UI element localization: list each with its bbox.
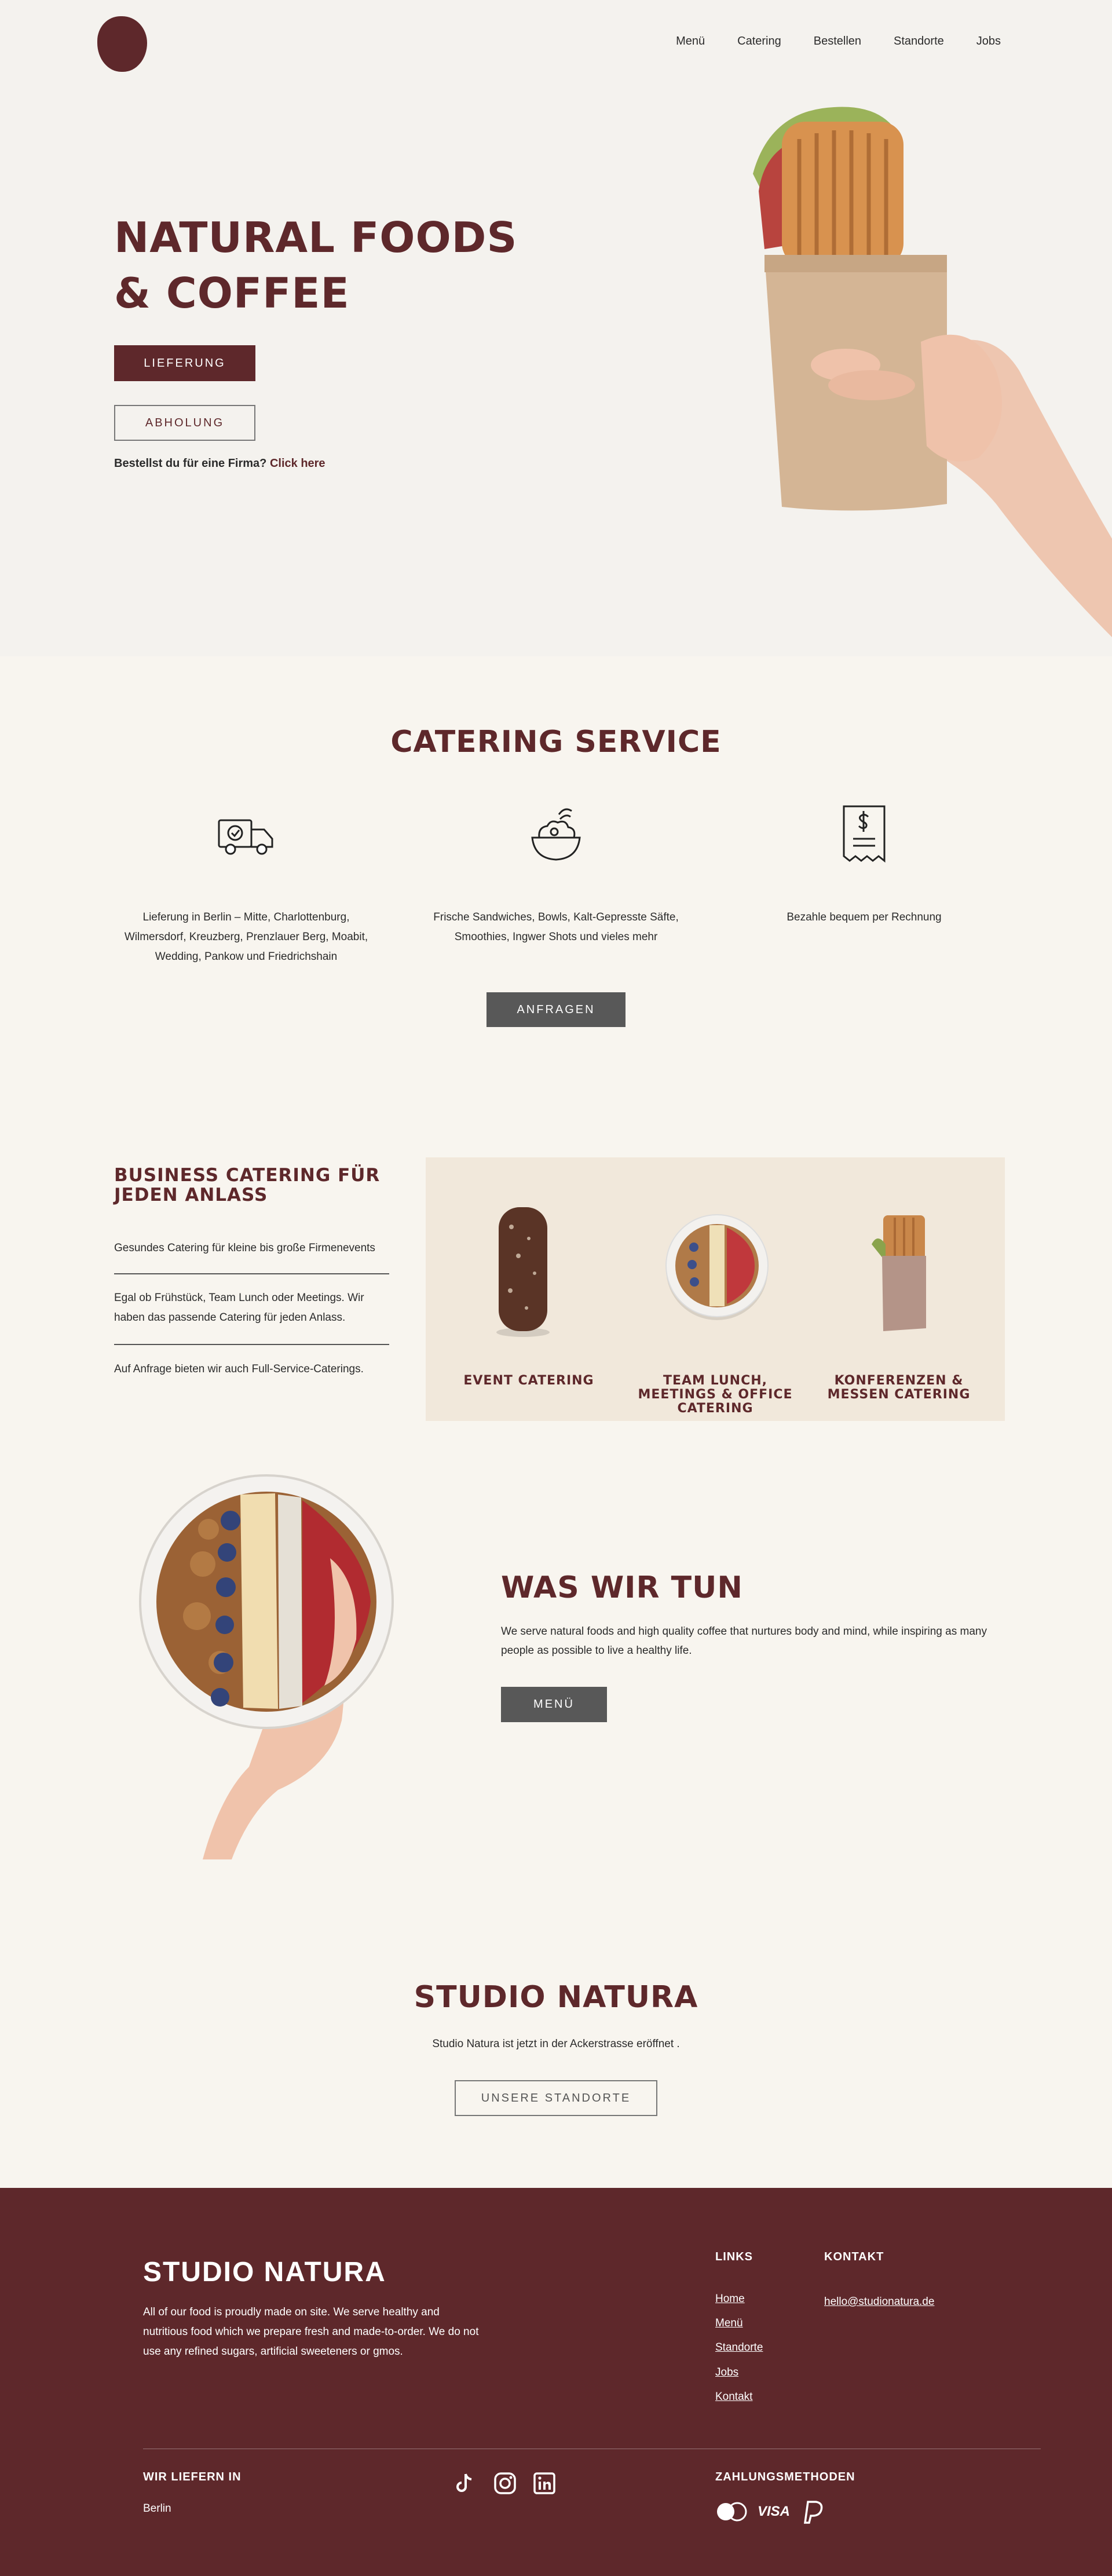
footer-description: All of our food is proudly made on site.… <box>143 2306 479 2358</box>
paypal-icon <box>803 2501 823 2524</box>
nav-item-bestellen[interactable]: Bestellen <box>814 35 861 48</box>
b2b-link[interactable]: Click here <box>270 457 325 470</box>
catering-section: CATERING SERVICE Lieferung in Berlin – M… <box>0 656 1112 1073</box>
delivery-heading: WIR LIEFERN IN <box>143 2471 242 2483</box>
footer: STUDIO NATURA All of our food is proudly… <box>0 2188 1112 2576</box>
contact-heading: KONTAKT <box>824 2250 884 2263</box>
menu-button[interactable]: MENÜ <box>501 1687 607 1722</box>
delivery-city: Berlin <box>143 2502 171 2515</box>
hero-section: Menü Catering Bestellen Standorte Jobs N… <box>0 0 1112 656</box>
linkedin-icon[interactable] <box>532 2471 557 2496</box>
service-text-food: Frische Sandwiches, Bowls, Kalt-Gepresst… <box>433 911 679 943</box>
nav-item-menu[interactable]: Menü <box>676 35 705 48</box>
business-point: Egal ob Frühstück, Team Lunch oder Meeti… <box>114 1292 364 1324</box>
card-label-conference[interactable]: KONFERENZEN & MESSEN CATERING <box>812 1374 986 1402</box>
wrap-sandwich-image[interactable] <box>866 1210 941 1337</box>
business-point: Gesundes Catering für kleine bis große F… <box>114 1242 375 1254</box>
salad-bowl-icon <box>531 808 581 861</box>
b2b-text: Bestellst du für eine Firma? <box>114 457 267 470</box>
service-text-delivery: Lieferung in Berlin – Mitte, Charlottenb… <box>124 911 368 963</box>
receipt-icon <box>843 805 886 863</box>
nav-item-catering[interactable]: Catering <box>737 35 781 48</box>
studio-text: Studio Natura ist jetzt in der Ackerstra… <box>432 2038 680 2050</box>
business-title: BUSINESS CATERING FÜR JEDEN ANLASS <box>114 1165 381 1205</box>
divider <box>114 1344 389 1345</box>
catering-title: CATERING SERVICE <box>390 725 722 759</box>
business-cards-panel: EVENT CATERING TEAM LUNCH, MEETINGS & OF… <box>426 1157 1005 1421</box>
footer-link-standorte[interactable]: Standorte <box>715 2341 763 2354</box>
studio-title: STUDIO NATURA <box>414 1980 698 2015</box>
footer-link-jobs[interactable]: Jobs <box>715 2366 738 2379</box>
visa-logo: VISA <box>758 2504 791 2519</box>
locations-button[interactable]: UNSERE STANDORTE <box>455 2080 657 2116</box>
main-nav: Menü Catering Bestellen Standorte Jobs <box>676 35 1001 48</box>
chocolate-bar-image[interactable] <box>488 1204 558 1337</box>
footer-link-kontakt[interactable]: Kontakt <box>715 2391 752 2403</box>
smoothie-bowl-in-hand-image <box>139 1474 394 1859</box>
logo[interactable] <box>97 16 147 72</box>
delivery-truck-icon <box>218 819 273 855</box>
footer-link-home[interactable]: Home <box>715 2293 745 2305</box>
footer-logo[interactable]: STUDIO NATURA <box>143 2256 386 2288</box>
links-heading: LINKS <box>715 2250 753 2263</box>
card-label-event[interactable]: EVENT CATERING <box>442 1374 616 1388</box>
sandwich-in-hand-image <box>753 107 1112 637</box>
payment-heading: ZAHLUNGSMETHODEN <box>715 2471 855 2483</box>
footer-link-menu[interactable]: Menü <box>715 2317 743 2330</box>
nav-item-standorte[interactable]: Standorte <box>894 35 944 48</box>
hero-title: NATURAL FOODS & COFFEE <box>114 213 518 317</box>
about-title: WAS WIR TUN <box>501 1570 743 1605</box>
instagram-icon[interactable] <box>492 2471 518 2496</box>
delivery-button[interactable]: LIEFERUNG <box>114 345 255 381</box>
pickup-button[interactable]: ABHOLUNG <box>114 405 255 441</box>
mastercard-icon <box>717 2502 747 2522</box>
b2b-note: Bestellst du für eine Firma? Click here <box>114 457 325 470</box>
card-label-team-lunch[interactable]: TEAM LUNCH, MEETINGS & OFFICE CATERING <box>628 1374 802 1416</box>
nav-item-jobs[interactable]: Jobs <box>976 35 1001 48</box>
request-button[interactable]: ANFRAGEN <box>487 992 626 1027</box>
acai-bowl-image[interactable] <box>662 1212 772 1322</box>
service-text-invoice: Bezahle bequem per Rechnung <box>787 911 942 923</box>
divider <box>114 1273 389 1274</box>
business-point: Auf Anfrage bieten wir auch Full-Service… <box>114 1363 364 1375</box>
tiktok-icon[interactable] <box>452 2471 477 2496</box>
contact-email[interactable]: hello@studionatura.de <box>824 2296 934 2308</box>
about-text: We serve natural foods and high quality … <box>501 1625 987 1657</box>
